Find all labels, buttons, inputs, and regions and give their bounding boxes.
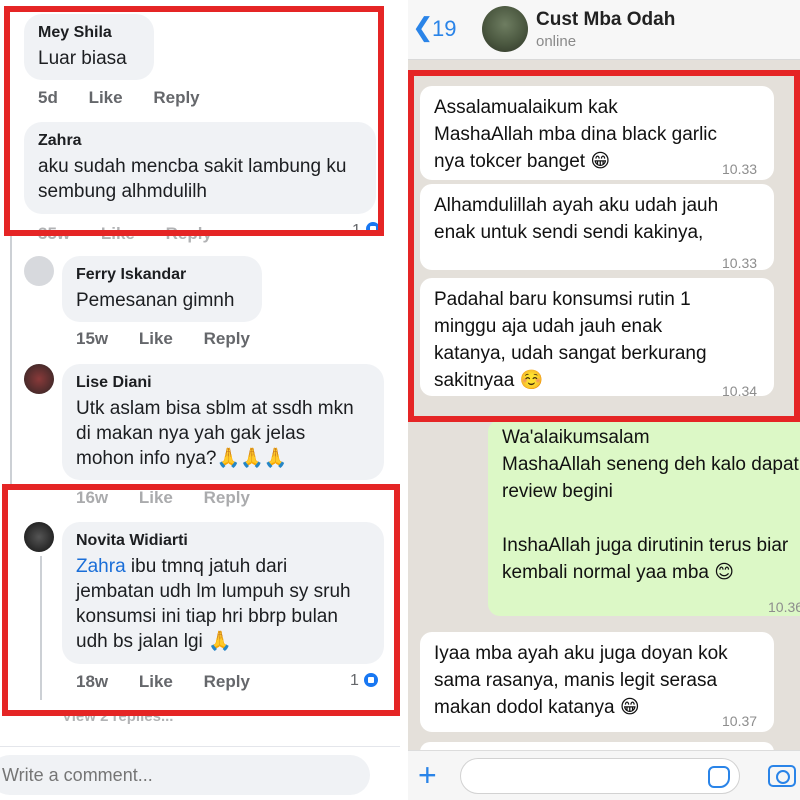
comment-time: 15w [76,329,109,348]
incoming-message[interactable]: Iyaa mba ayah aku juga doyan kok sama ra… [420,632,774,732]
outgoing-message[interactable]: Wa'alaikumsalam MashaAllah seneng deh ka… [488,420,800,616]
highlight-box [408,70,800,422]
avatar-icon[interactable] [24,364,54,394]
comment-text: di makan nya yah gak jelas [76,423,306,444]
thread-line [10,236,12,486]
back-chevron-icon[interactable]: ❮ [412,12,434,43]
avatar-icon[interactable] [24,256,54,286]
message-line: review begini [502,481,613,502]
message-line: sama rasanya, manis legit serasa [434,670,718,691]
contact-status: online [536,33,577,50]
comment-input-bar [0,746,400,800]
comment-text: Utk aslam bisa sblm at ssdh mkn [76,398,354,419]
plus-icon[interactable]: + [418,755,437,795]
unread-count[interactable]: 19 [432,16,456,42]
message-time: 10.36 [768,599,800,615]
comment-author[interactable]: Ferry Iskandar [76,266,186,284]
chat-header: ❮ 19 Cust Mba Odah online [408,0,800,60]
contact-avatar[interactable] [482,6,528,52]
message-line [502,505,800,532]
message-line: MashaAllah seneng deh kalo dapat [502,454,799,475]
message-input[interactable] [460,758,740,794]
highlight-box [4,6,384,236]
reply-button[interactable]: Reply [204,329,250,348]
camera-icon[interactable] [768,765,796,787]
panel-divider [400,0,408,800]
highlight-box [2,484,400,716]
message-line: Wa'alaikumsalam [502,427,650,448]
message-time: 10.37 [722,713,758,729]
facebook-comments-panel: Mey Shila Luar biasa 5d Like Reply Zahra… [0,0,400,800]
like-button[interactable]: Like [139,329,173,348]
message-line: kembali normal yaa mba 😊 [502,562,735,583]
message-line: InshaAllah juga dirutinin terus biar [502,535,789,556]
comment-actions: 15w Like Reply [76,329,276,349]
sticker-icon[interactable] [708,766,730,788]
message-line: Iyaa mba ayah aku juga doyan kok [434,643,728,664]
comment-text: Pemesanan gimnh [76,290,235,311]
message-line: makan dodol katanya 😁 [434,697,640,718]
message-input-bar: + [408,750,800,800]
whatsapp-chat-panel: ❮ 19 Cust Mba Odah online Assalamualaiku… [408,0,800,800]
comment-input[interactable] [0,755,370,795]
contact-name[interactable]: Cust Mba Odah [536,9,675,31]
comment-author[interactable]: Lise Diani [76,374,152,392]
comment-text: mohon info nya?🙏🙏🙏 [76,448,288,469]
